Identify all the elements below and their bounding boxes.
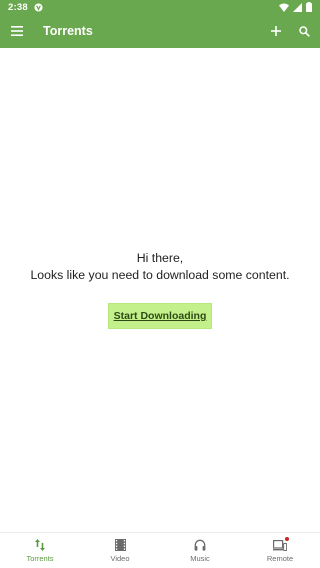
menu-button[interactable]: [1, 14, 33, 48]
empty-state-greeting: Hi there,: [136, 251, 184, 265]
status-left: 2:38: [8, 2, 43, 13]
app-actions: [262, 14, 320, 48]
nav-item-music[interactable]: Music: [160, 533, 240, 568]
nav-item-torrents[interactable]: Torrents: [0, 533, 80, 568]
nav-item-remote[interactable]: Remote: [240, 533, 320, 568]
add-torrent-button[interactable]: [262, 14, 290, 48]
cell-signal-icon: [293, 2, 302, 12]
nav-item-video[interactable]: Video: [80, 533, 160, 568]
app-bar: Torrents: [0, 14, 320, 48]
plus-icon: [271, 26, 281, 36]
screen: 2:38 Torrents Hi there, Looks like you n…: [0, 0, 320, 568]
app-notification-icon: [34, 2, 43, 12]
search-icon: [298, 25, 310, 37]
nav-label-music: Music: [190, 553, 210, 563]
empty-state-message: Looks like you need to download some con…: [30, 268, 290, 282]
status-time: 2:38: [8, 1, 28, 13]
film-icon: [114, 539, 126, 552]
swap-vert-icon: [35, 539, 45, 552]
hamburger-menu-icon: [11, 26, 23, 36]
devices-icon: [273, 536, 289, 552]
page-title: Torrents: [43, 24, 93, 38]
notification-dot: [285, 536, 289, 541]
battery-icon: [306, 2, 312, 12]
nav-label-torrents: Torrents: [26, 553, 54, 563]
start-downloading-button[interactable]: Start Downloading: [107, 303, 213, 329]
nav-label-video: Video: [110, 553, 130, 563]
empty-state: Hi there, Looks like you need to downloa…: [0, 250, 320, 329]
search-button[interactable]: [290, 14, 318, 48]
bottom-navigation: Torrents Video Music Remote: [0, 532, 320, 568]
nav-label-remote: Remote: [266, 553, 294, 563]
main-content: Hi there, Looks like you need to downloa…: [0, 48, 320, 532]
status-right: [279, 2, 312, 12]
wifi-icon: [279, 3, 289, 12]
status-bar: 2:38: [0, 0, 320, 14]
headphones-icon: [194, 539, 206, 552]
